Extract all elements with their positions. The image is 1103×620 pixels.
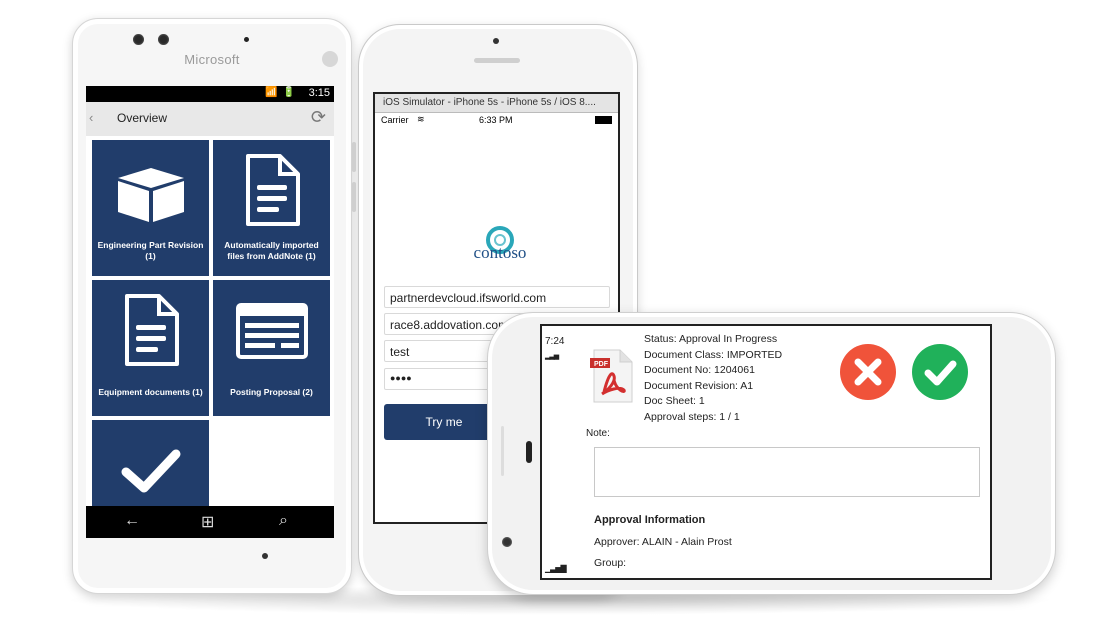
status-icons: 📶 🔋 [265, 87, 296, 98]
window-title: iOS Simulator - iPhone 5s - iPhone 5s / … [383, 97, 596, 108]
simulator-title-bar: iOS Simulator - iPhone 5s - iPhone 5s / … [375, 94, 618, 113]
brand-label: Microsoft [184, 52, 240, 67]
page-title: Overview [117, 111, 168, 125]
pdf-file-icon: PDF [590, 349, 633, 403]
refresh-icon[interactable]: ⟳ [311, 107, 326, 128]
back-arrow-icon[interactable]: ← [124, 512, 140, 530]
tile-approvals[interactable] [92, 420, 209, 506]
tile-label: Equipment documents (1) [98, 387, 203, 397]
group-text: Group: [594, 557, 627, 569]
light-sensor [322, 51, 338, 67]
document-icon [125, 294, 179, 366]
carrier-label: Carrier [381, 115, 409, 125]
tile-label: Automatically imported files from AddNot… [224, 240, 319, 261]
windows-start-icon[interactable]: ⊞ [201, 512, 214, 532]
table-icon [236, 303, 308, 359]
volume-button [352, 182, 356, 212]
note-textarea[interactable] [594, 447, 980, 497]
app-header: ‹ Overview ⟳ [86, 102, 334, 136]
box-icon [118, 168, 184, 222]
sensor-dot [244, 37, 249, 42]
document-icon [246, 154, 300, 226]
checkmark-icon [121, 449, 181, 493]
tile-engineering-part-revision[interactable]: Engineering Part Revision (1) [92, 140, 209, 276]
front-camera-icon [133, 34, 144, 45]
earpiece [474, 58, 520, 63]
front-camera-icon [158, 34, 169, 45]
tile-label: Engineering Part Revision (1) [97, 240, 204, 261]
approval-info-heading: Approval Information [594, 514, 706, 526]
windows-phone-screen: 📶 🔋 3:15 ‹ Overview ⟳ Engineering Part R… [86, 86, 334, 538]
side-groove [501, 426, 504, 476]
tile-label: Posting Proposal (2) [230, 387, 313, 397]
front-camera-icon [493, 38, 499, 44]
search-icon[interactable]: ⌕ [279, 512, 288, 530]
svg-text:PDF: PDF [594, 361, 609, 368]
approve-button[interactable] [912, 344, 968, 400]
tile-equipment-documents[interactable]: Equipment documents (1) [92, 280, 209, 416]
approval-screen: 7:24 ▂▃▅ ▁▃▅▇ PDF Status: Approval In Pr… [540, 324, 992, 580]
server-url-input[interactable]: partnerdevcloud.ifsworld.com [384, 286, 610, 308]
ios-status-bar: Carrier ≋ 6:33 PM [375, 113, 618, 127]
back-chevron-icon[interactable]: ‹ [89, 110, 93, 125]
bottom-dot [262, 553, 268, 559]
document-class: Document Class: IMPORTED [644, 348, 783, 361]
status-time: 7:24 [545, 336, 565, 347]
contoso-logo-text: contoso [473, 243, 527, 262]
document-details: Status: Approval In Progress Document Cl… [644, 332, 782, 425]
note-label: Note: [586, 428, 610, 439]
earpiece [526, 441, 532, 463]
try-me-button[interactable]: Try me [384, 404, 504, 440]
document-number: Document No: 1204061 [644, 364, 755, 376]
document-revision: Document Revision: A1 [644, 379, 754, 392]
tile-posting-proposal[interactable]: Posting Proposal (2) [213, 280, 330, 416]
status-bar: 📶 🔋 3:15 [86, 86, 334, 102]
reject-button[interactable] [840, 344, 896, 400]
close-icon [854, 358, 882, 386]
front-camera-icon [502, 537, 512, 547]
volume-button [352, 142, 356, 172]
approver-text: Approver: ALAIN - Alain Prost [594, 536, 732, 548]
status-time: 6:33 PM [479, 115, 513, 125]
document-sheet: Doc Sheet: 1 [644, 395, 705, 407]
navigation-bar: ← ⊞ ⌕ [86, 506, 334, 538]
status-time: 3:15 [308, 87, 330, 99]
battery-icon [595, 116, 612, 124]
approval-steps: Approval steps: 1 / 1 [644, 410, 740, 423]
signal-icon: ▂▃▅ [545, 353, 559, 360]
wifi-icon: ≋ [417, 114, 425, 124]
battery-signal-icon: ▁▃▅▇ [545, 564, 567, 573]
checkmark-icon [924, 360, 957, 386]
tile-addnote-imports[interactable]: Automatically imported files from AddNot… [213, 140, 330, 276]
approval-status: Status: Approval In Progress [644, 333, 778, 345]
